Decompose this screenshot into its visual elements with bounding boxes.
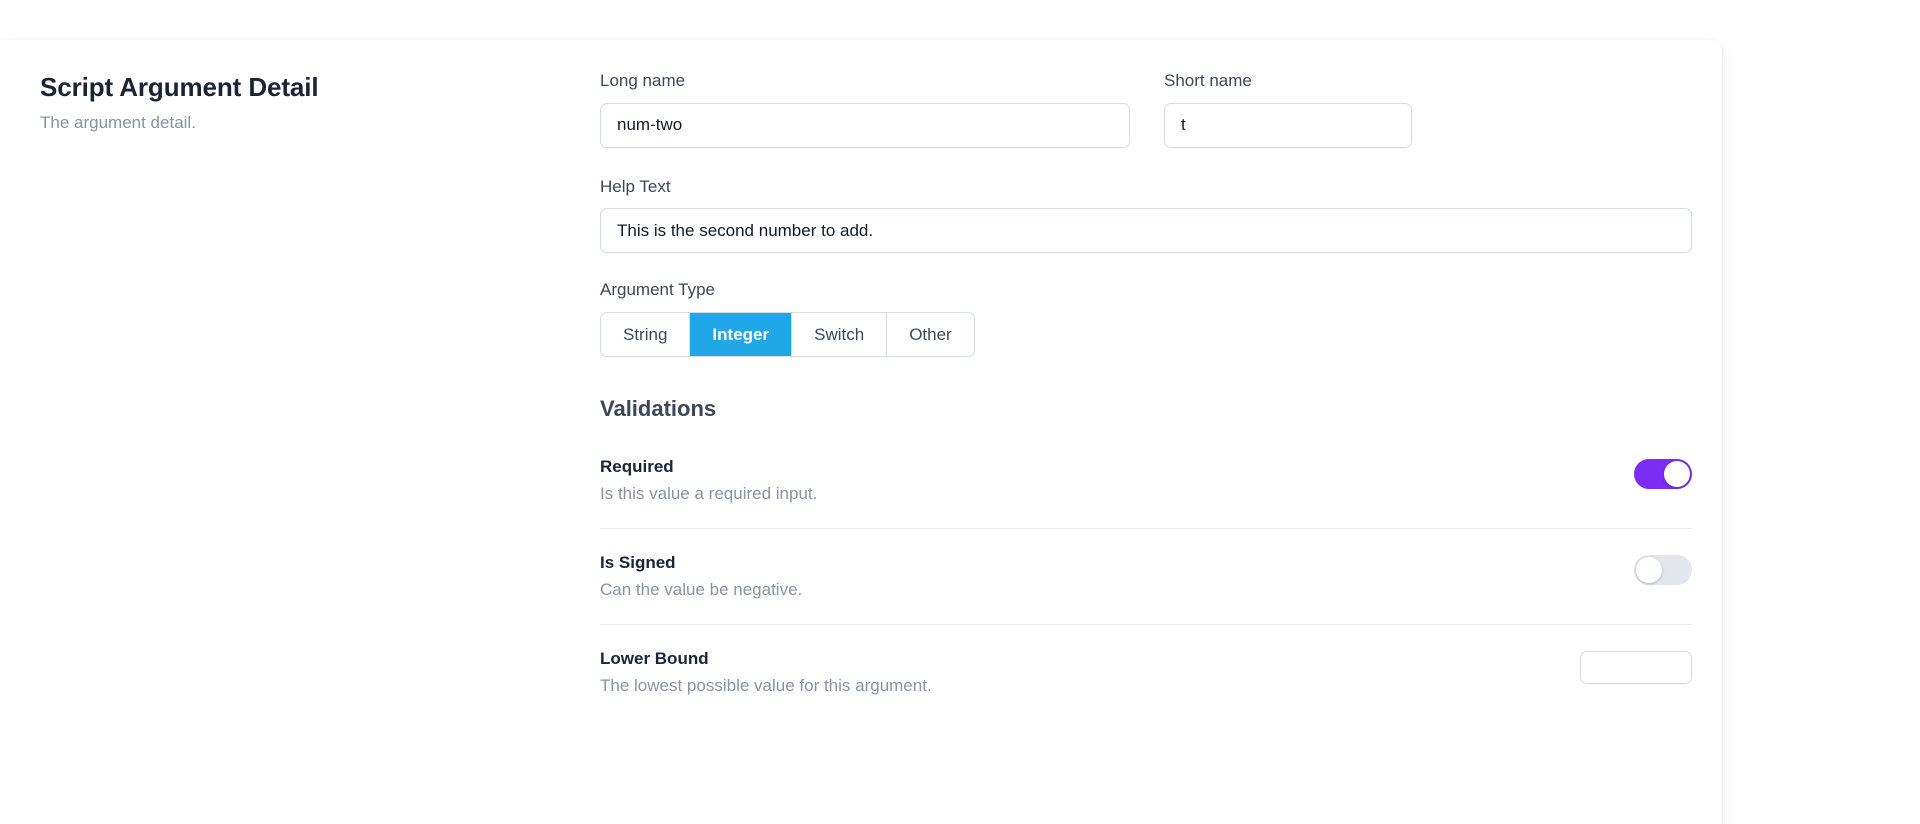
toggle-knob-icon bbox=[1636, 557, 1662, 584]
required-toggle[interactable] bbox=[1634, 459, 1692, 490]
toggle-knob-icon bbox=[1664, 461, 1690, 488]
validation-row-required: Required Is this value a required input. bbox=[600, 457, 1692, 530]
name-fields-row: Long name Short name bbox=[600, 71, 1658, 148]
argument-type-option-switch[interactable]: Switch bbox=[792, 313, 888, 357]
validations-section-title: Validations bbox=[600, 396, 717, 422]
short-name-input[interactable] bbox=[1164, 102, 1412, 148]
page-subtitle: The argument detail. bbox=[40, 113, 196, 133]
help-text-label: Help Text bbox=[600, 176, 671, 196]
app-page: Script Argument Detail The argument deta… bbox=[0, 0, 1920, 824]
argument-type-option-string[interactable]: String bbox=[601, 313, 691, 357]
long-name-input[interactable] bbox=[600, 102, 1130, 148]
validation-required-description: Is this value a required input. bbox=[600, 483, 818, 503]
long-name-field-group: Long name bbox=[600, 71, 1130, 148]
validation-lower-bound-name: Lower Bound bbox=[600, 649, 709, 669]
help-text-field-group: Help Text bbox=[600, 176, 1692, 254]
argument-form: Long name Short name Help Text Argument … bbox=[600, 58, 1700, 824]
validation-row-is-signed: Is Signed Can the value be negative. bbox=[600, 553, 1692, 626]
validation-required-text: Required Is this value a required input. bbox=[600, 457, 817, 504]
validation-is-signed-control bbox=[1634, 553, 1692, 586]
is-signed-toggle[interactable] bbox=[1634, 555, 1692, 586]
validation-required-name: Required bbox=[600, 457, 674, 477]
validation-required-control bbox=[1634, 457, 1692, 490]
argument-type-label: Argument Type bbox=[600, 280, 715, 300]
validation-lower-bound-description: The lowest possible value for this argum… bbox=[600, 676, 932, 696]
validation-row-lower-bound: Lower Bound The lowest possible value fo… bbox=[600, 649, 1692, 720]
validation-is-signed-description: Can the value be negative. bbox=[600, 580, 803, 600]
page-title: Script Argument Detail bbox=[40, 72, 319, 102]
script-argument-detail-card: Script Argument Detail The argument deta… bbox=[0, 40, 1722, 824]
validation-is-signed-name: Is Signed bbox=[600, 553, 676, 573]
argument-type-option-integer[interactable]: Integer bbox=[690, 313, 793, 357]
validation-lower-bound-text: Lower Bound The lowest possible value fo… bbox=[600, 649, 932, 696]
card-description-column: Script Argument Detail The argument deta… bbox=[40, 58, 600, 824]
short-name-label: Short name bbox=[1164, 71, 1252, 90]
long-name-label: Long name bbox=[600, 71, 686, 90]
validation-lower-bound-control bbox=[1580, 649, 1692, 685]
short-name-field-group: Short name bbox=[1164, 71, 1412, 148]
help-text-input[interactable] bbox=[600, 208, 1692, 254]
argument-type-field-group: Argument Type String Integer Switch Othe… bbox=[600, 280, 1658, 358]
lower-bound-input[interactable] bbox=[1580, 651, 1692, 685]
argument-type-option-other[interactable]: Other bbox=[887, 313, 974, 357]
validation-is-signed-text: Is Signed Can the value be negative. bbox=[600, 553, 802, 600]
argument-type-segmented-control[interactable]: String Integer Switch Other bbox=[600, 312, 975, 358]
